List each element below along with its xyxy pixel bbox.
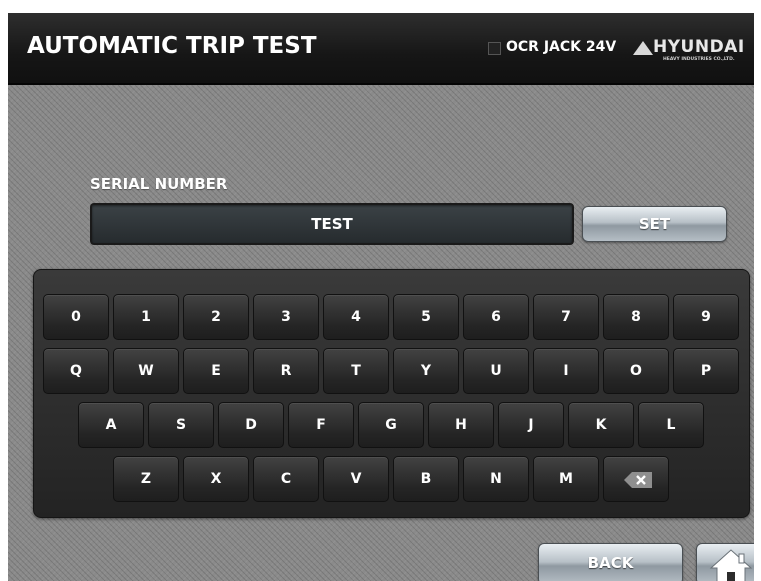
key-s[interactable]: S [148, 402, 214, 448]
logo-name: HYUNDAI [653, 37, 745, 57]
key-t[interactable]: T [323, 348, 389, 394]
key-0[interactable]: 0 [43, 294, 109, 340]
key-j[interactable]: J [498, 402, 564, 448]
key-f[interactable]: F [288, 402, 354, 448]
back-button[interactable]: BACK [538, 543, 683, 581]
key-x[interactable]: X [183, 456, 249, 502]
backspace-icon [624, 472, 652, 488]
hyundai-logo: HYUNDAI HEAVY INDUSTRIES CO.,LTD. [633, 35, 751, 65]
set-button[interactable]: SET [582, 206, 727, 242]
key-i[interactable]: I [533, 348, 599, 394]
key-q[interactable]: Q [43, 348, 109, 394]
page-title: AUTOMATIC TRIP TEST [27, 33, 317, 59]
key-6[interactable]: 6 [463, 294, 529, 340]
key-l[interactable]: L [638, 402, 704, 448]
key-e[interactable]: E [183, 348, 249, 394]
key-1[interactable]: 1 [113, 294, 179, 340]
key-8[interactable]: 8 [603, 294, 669, 340]
status-label: OCR JACK 24V [506, 39, 617, 55]
key-k[interactable]: K [568, 402, 634, 448]
key-b[interactable]: B [393, 456, 459, 502]
key-p[interactable]: P [673, 348, 739, 394]
serial-number-field[interactable]: TEST [90, 203, 574, 245]
key-h[interactable]: H [428, 402, 494, 448]
key-o[interactable]: O [603, 348, 669, 394]
key-9[interactable]: 9 [673, 294, 739, 340]
status-indicator [488, 42, 501, 55]
key-z[interactable]: Z [113, 456, 179, 502]
key-2[interactable]: 2 [183, 294, 249, 340]
screen: AUTOMATIC TRIP TEST OCR JACK 24V HYUNDAI… [8, 13, 754, 581]
key-r[interactable]: R [253, 348, 319, 394]
header-bar: AUTOMATIC TRIP TEST OCR JACK 24V HYUNDAI… [8, 13, 754, 85]
key-d[interactable]: D [218, 402, 284, 448]
key-m[interactable]: M [533, 456, 599, 502]
backspace-key[interactable] [603, 456, 669, 502]
key-c[interactable]: C [253, 456, 319, 502]
logo-triangle-icon [633, 41, 653, 55]
key-u[interactable]: U [463, 348, 529, 394]
key-g[interactable]: G [358, 402, 424, 448]
home-button[interactable] [696, 543, 754, 581]
key-y[interactable]: Y [393, 348, 459, 394]
serial-number-label: SERIAL NUMBER [90, 175, 228, 193]
key-3[interactable]: 3 [253, 294, 319, 340]
key-5[interactable]: 5 [393, 294, 459, 340]
key-n[interactable]: N [463, 456, 529, 502]
key-a[interactable]: A [78, 402, 144, 448]
key-4[interactable]: 4 [323, 294, 389, 340]
home-icon [709, 549, 753, 581]
key-7[interactable]: 7 [533, 294, 599, 340]
key-v[interactable]: V [323, 456, 389, 502]
key-w[interactable]: W [113, 348, 179, 394]
logo-subtitle: HEAVY INDUSTRIES CO.,LTD. [663, 57, 735, 62]
on-screen-keyboard: 0123456789 QWERTYUIOP ASDFGHJKL ZXCVBNM [33, 269, 750, 518]
